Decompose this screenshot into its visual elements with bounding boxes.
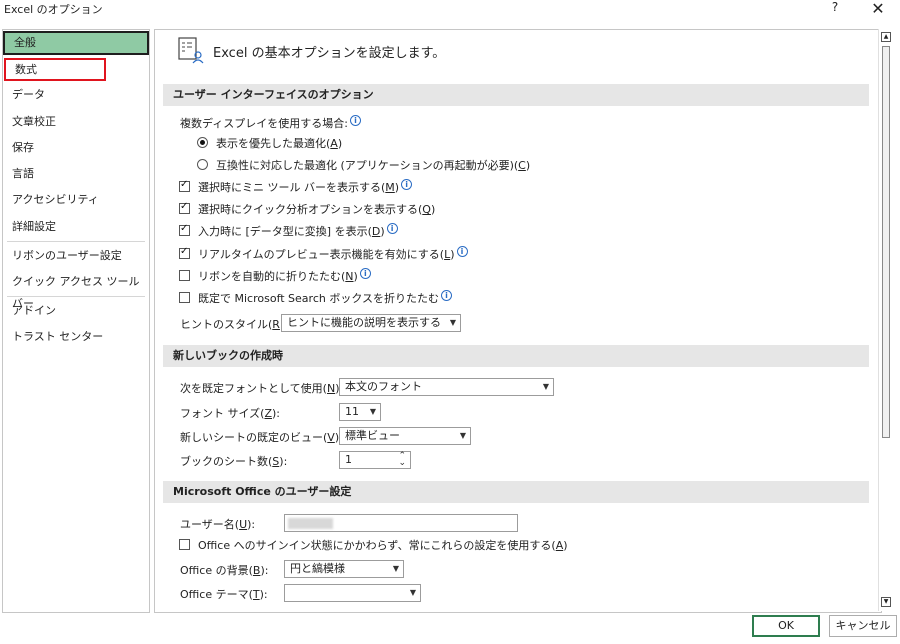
chevron-down-icon: ▼ bbox=[409, 588, 416, 597]
default-view-select[interactable]: 標準ビュー ▼ bbox=[339, 427, 471, 445]
multi-display-label: 複数ディスプレイを使用する場合: i bbox=[180, 115, 361, 131]
sidebar-item-general[interactable]: 全般 bbox=[3, 31, 149, 55]
collapse-search-checkbox[interactable] bbox=[179, 292, 190, 303]
info-icon[interactable]: i bbox=[441, 290, 453, 301]
info-icon[interactable]: i bbox=[456, 246, 468, 257]
help-button[interactable]: ? bbox=[826, 0, 844, 20]
collapse-search-label[interactable]: 既定で Microsoft Search ボックスを折りたたむ i bbox=[198, 290, 453, 306]
scroll-thumb[interactable] bbox=[882, 46, 890, 438]
tooltip-style-label: ヒントのスタイル(R): bbox=[180, 318, 288, 331]
sheet-count-spinner[interactable]: 1 ⌃ ⌄ bbox=[339, 451, 411, 469]
sidebar-item-quick-access-toolbar[interactable]: クイック アクセス ツール バー bbox=[3, 271, 149, 310]
collapse-ribbon-label[interactable]: リボンを自動的に折りたたむ(N) i bbox=[198, 268, 371, 284]
optimize-compat-radio[interactable] bbox=[197, 159, 208, 170]
info-icon[interactable]: i bbox=[386, 223, 398, 234]
default-view-label: 新しいシートの既定のビュー(V): bbox=[180, 431, 343, 444]
sheet-count-label: ブックのシート数(S): bbox=[180, 455, 288, 468]
live-preview-label[interactable]: リアルタイムのプレビュー表示機能を有効にする(L) i bbox=[198, 246, 468, 262]
mini-toolbar-label[interactable]: 選択時にミニ ツール バーを表示する(M) i bbox=[198, 179, 413, 195]
mini-toolbar-checkbox[interactable] bbox=[179, 179, 190, 192]
default-font-select[interactable]: 本文のフォント ▼ bbox=[339, 378, 554, 396]
scroll-down-arrow-icon[interactable]: ▼ bbox=[881, 597, 891, 607]
sidebar-item-trust-center[interactable]: トラスト センター bbox=[3, 326, 149, 348]
title-bar: Excel のオプション ? ✕ bbox=[0, 0, 900, 22]
sidebar-item-save[interactable]: 保存 bbox=[3, 137, 149, 159]
content-scrollbar[interactable]: ▲ ▼ bbox=[878, 29, 894, 611]
redacted-username bbox=[288, 518, 333, 529]
section-new-workbook: 新しいブックの作成時 bbox=[163, 345, 869, 367]
chevron-down-icon: ▼ bbox=[542, 382, 549, 391]
default-font-label: 次を既定フォントとして使用(N): bbox=[180, 382, 343, 395]
font-size-label: フォント サイズ(Z): bbox=[180, 407, 281, 420]
ok-button[interactable]: OK bbox=[752, 615, 820, 637]
cancel-button[interactable]: キャンセル bbox=[829, 615, 897, 637]
quick-analysis-label[interactable]: 選択時にクイック分析オプションを表示する(Q) bbox=[198, 201, 435, 217]
optimize-compat-label[interactable]: 互換性に対応した最適化 (アプリケーションの再起動が必要)(C) bbox=[216, 157, 530, 173]
sidebar-item-advanced[interactable]: 詳細設定 bbox=[3, 216, 149, 238]
sidebar-item-language[interactable]: 言語 bbox=[3, 163, 149, 185]
convert-datatype-label[interactable]: 入力時に [データ型に変換] を表示(D) i bbox=[198, 223, 398, 239]
optimize-appearance-radio[interactable] bbox=[197, 137, 208, 148]
info-icon[interactable]: i bbox=[359, 268, 371, 279]
info-icon[interactable]: i bbox=[401, 179, 413, 190]
category-sidebar: 全般 数式 データ 文章校正 保存 言語 アクセシビリティ 詳細設定 リボンのユ… bbox=[2, 29, 150, 613]
sidebar-item-addins[interactable]: アドイン bbox=[3, 300, 149, 322]
sidebar-divider bbox=[7, 296, 145, 297]
chevron-down-icon: ▼ bbox=[449, 318, 456, 327]
office-background-select[interactable]: 円と縞模様 ▼ bbox=[284, 560, 404, 578]
office-background-label: Office の背景(B): bbox=[180, 564, 269, 577]
sidebar-item-proofing[interactable]: 文章校正 bbox=[3, 111, 149, 133]
collapse-ribbon-checkbox[interactable] bbox=[179, 270, 190, 281]
sidebar-item-accessibility[interactable]: アクセシビリティ bbox=[3, 189, 149, 211]
general-options-icon bbox=[178, 37, 204, 64]
chevron-down-icon: ▼ bbox=[392, 564, 399, 573]
office-theme-select[interactable]: ▼ bbox=[284, 584, 421, 602]
live-preview-checkbox[interactable] bbox=[179, 246, 190, 259]
info-icon[interactable]: i bbox=[349, 115, 361, 126]
sidebar-item-data[interactable]: データ bbox=[3, 84, 149, 106]
spinner-arrows-icon[interactable]: ⌃ ⌄ bbox=[398, 452, 406, 468]
always-use-settings-checkbox[interactable] bbox=[179, 539, 190, 550]
username-input[interactable] bbox=[284, 514, 518, 532]
options-content: Excel の基本オプションを設定します。 ユーザー インターフェイスのオプショ… bbox=[154, 29, 882, 613]
convert-datatype-checkbox[interactable] bbox=[179, 223, 190, 236]
sidebar-item-formulas[interactable]: 数式 bbox=[4, 58, 106, 81]
office-theme-label: Office テーマ(T): bbox=[180, 588, 268, 601]
optimize-appearance-label[interactable]: 表示を優先した最適化(A) bbox=[216, 135, 342, 151]
section-office-settings: Microsoft Office のユーザー設定 bbox=[163, 481, 869, 503]
tooltip-style-select[interactable]: ヒントに機能の説明を表示する ▼ bbox=[281, 314, 461, 332]
window-title: Excel のオプション bbox=[4, 3, 103, 16]
close-button[interactable]: ✕ bbox=[867, 0, 889, 19]
chevron-down-icon: ▼ bbox=[459, 431, 466, 440]
font-size-select[interactable]: 11 ▼ bbox=[339, 403, 381, 421]
sidebar-divider bbox=[7, 241, 145, 242]
scroll-up-arrow-icon[interactable]: ▲ bbox=[881, 32, 891, 42]
section-ui-options: ユーザー インターフェイスのオプション bbox=[163, 84, 869, 106]
always-use-settings-label[interactable]: Office へのサインイン状態にかかわらず、常にこれらの設定を使用する(A) bbox=[198, 537, 568, 553]
username-label: ユーザー名(U): bbox=[180, 518, 256, 531]
page-title: Excel の基本オプションを設定します。 bbox=[213, 46, 446, 61]
chevron-down-icon: ▼ bbox=[369, 407, 376, 416]
sidebar-item-customize-ribbon[interactable]: リボンのユーザー設定 bbox=[3, 245, 149, 267]
quick-analysis-checkbox[interactable] bbox=[179, 201, 190, 214]
